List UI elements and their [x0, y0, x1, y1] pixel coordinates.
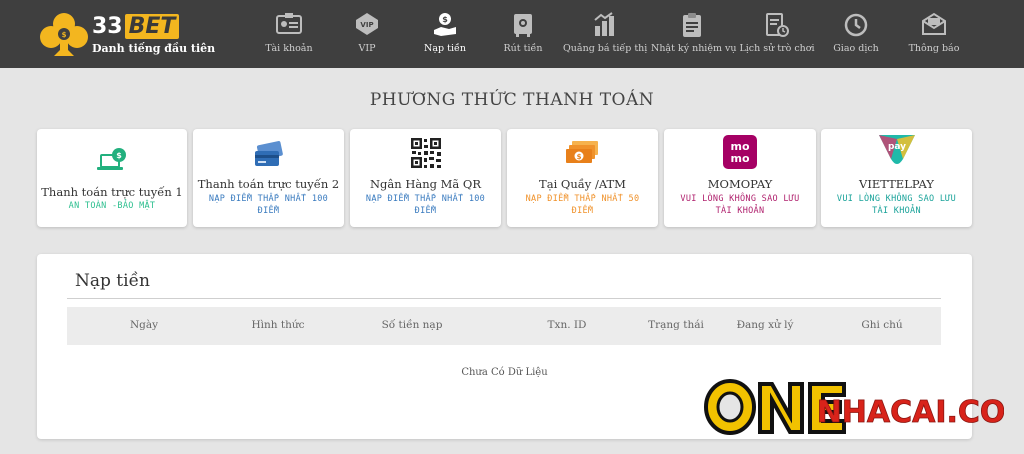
brand-name-suffix: BET [124, 14, 180, 39]
nav-label-deposit: Nạp tiền [424, 43, 466, 54]
payment-card-online-1[interactable]: $ Thanh toán trực tuyến 1 AN TOÀN -BẢO M… [37, 129, 187, 227]
svg-text:$: $ [116, 151, 122, 160]
nav-item-mission-log[interactable]: Nhật ký nhiệm vụ [651, 0, 737, 68]
history-document-icon [766, 13, 789, 37]
club-suit-logo-icon: $ [40, 13, 88, 56]
payment-card-name: Thanh toán trực tuyến 1 [41, 185, 183, 199]
nav-item-transactions[interactable]: Giao dịch [823, 0, 889, 68]
nav-label-transactions: Giao dịch [833, 43, 879, 54]
page-title: PHƯƠNG THỨC THANH TOÁN [369, 90, 655, 110]
nav-item-notifications[interactable]: Thông báo [899, 0, 969, 68]
svg-text:mo: mo [730, 152, 749, 165]
column-header-date[interactable]: Ngày [130, 319, 158, 331]
payment-card-note: VUI LÒNG KHÔNG SAO LƯU TÀI KHOẢN [680, 194, 800, 216]
brand-tagline: Danh tiếng đầu tiên [92, 42, 216, 55]
deposit-hand-icon: $ [434, 13, 456, 36]
column-header-processing[interactable]: Đang xử lý [737, 319, 794, 331]
nav-label-promotion: Quảng bá tiếp thị [563, 43, 648, 54]
payment-card-bank-qr[interactable]: Ngân Hàng Mã QR NẠP ĐIỂM THẤP NHẤT 100 Đ… [350, 129, 501, 227]
deposit-table-header: Ngày Hình thức Số tiền nạp Txn. ID Trạng… [67, 307, 941, 345]
nav-label-mission-log: Nhật ký nhiệm vụ [651, 43, 737, 54]
payment-card-counter-atm[interactable]: $ Tại Quầy /ATM NẠP ĐIỂM THẤP NHẤT 50 ĐI… [507, 129, 658, 227]
nav-item-deposit[interactable]: $ Nạp tiền [413, 0, 477, 68]
payment-card-note: NẠP ĐIỂM THẤP NHẤT 100 ĐIỂM [365, 194, 486, 216]
column-header-method[interactable]: Hình thức [251, 319, 304, 331]
payment-card-name: VIETTELPAY [859, 177, 934, 191]
clock-icon [844, 13, 868, 37]
nav-label-account: Tài khoản [265, 43, 313, 54]
qr-code-icon [409, 137, 442, 169]
viettelpay-logo-icon: pay [878, 135, 915, 164]
payment-card-name: MOMOPAY [707, 177, 773, 191]
payment-card-name: Tại Quầy /ATM [539, 177, 626, 191]
vip-badge-icon: VIP [356, 13, 378, 35]
column-header-amount[interactable]: Số tiền nạp [382, 319, 443, 331]
id-card-icon [276, 13, 302, 34]
payment-card-note: NẠP ĐIỂM THẤP NHẤT 100 ĐIỂM [208, 194, 329, 216]
payment-card-note: AN TOÀN -BẢO MẬT [68, 201, 156, 211]
payment-card-note: VUI LÒNG KHÔNG SAO LƯU TÀI KHOẢN [836, 194, 957, 216]
payment-card-name: Thanh toán trực tuyến 2 [197, 177, 340, 191]
column-header-note[interactable]: Ghi chú [861, 319, 902, 331]
svg-text:VIP: VIP [360, 21, 373, 29]
nav-label-game-history: Lịch sử trò chơi [739, 43, 815, 54]
nav-label-vip: VIP [358, 43, 376, 54]
brand-name: 33 BET [92, 14, 180, 39]
nav-item-game-history[interactable]: Lịch sử trò chơi [737, 0, 817, 68]
panel-divider [67, 298, 941, 299]
withdraw-safe-icon [514, 14, 532, 37]
top-navigation-bar: $ 33 BET Danh tiếng đầu tiên Tài khoản VI… [0, 0, 1024, 68]
nav-label-withdraw: Rút tiền [503, 43, 543, 54]
nav-item-promotion[interactable]: Quảng bá tiếp thị [563, 0, 647, 68]
column-header-txn-id[interactable]: Txn. ID [548, 319, 587, 331]
nav-item-withdraw[interactable]: Rút tiền [491, 0, 555, 68]
onenhacai-watermark-logo: NHACAI.COM [704, 379, 1004, 435]
payment-card-online-2[interactable]: Thanh toán trực tuyến 2 NẠP ĐIỂM THẤP NH… [193, 129, 344, 227]
svg-text:$: $ [62, 31, 67, 39]
promotion-chart-icon [594, 12, 614, 36]
brand-name-prefix: 33 [92, 14, 123, 39]
payment-card-note: NẠP ĐIỂM THẤP NHẤT 50 ĐIỂM [525, 194, 640, 216]
svg-text:$: $ [576, 153, 581, 161]
momo-logo-icon: momo [723, 135, 757, 169]
payment-card-viettelpay[interactable]: pay VIETTELPAY VUI LÒNG KHÔNG SAO LƯU TÀ… [821, 129, 972, 227]
deposit-panel-title: Nạp tiền [75, 271, 150, 291]
laptop-dollar-icon: $ [97, 148, 126, 170]
nav-item-vip[interactable]: VIP VIP [335, 0, 399, 68]
nav-item-account[interactable]: Tài khoản [257, 0, 321, 68]
credit-cards-icon [254, 141, 283, 166]
envelope-icon [922, 12, 946, 35]
column-header-status[interactable]: Trạng thái [648, 319, 704, 331]
payment-card-momopay[interactable]: mo mo MOMOPAY VUI LÒNG KHÔNG SAO LƯU TÀI … [664, 129, 816, 227]
clipboard-icon [683, 13, 701, 37]
svg-text:$: $ [442, 15, 448, 24]
payment-card-name: Ngân Hàng Mã QR [369, 177, 482, 191]
svg-text:pay: pay [887, 142, 905, 152]
nav-label-notifications: Thông báo [908, 43, 960, 54]
watermark-text: NHACAI.COM [817, 395, 1004, 430]
cash-stack-icon: $ [565, 141, 598, 163]
